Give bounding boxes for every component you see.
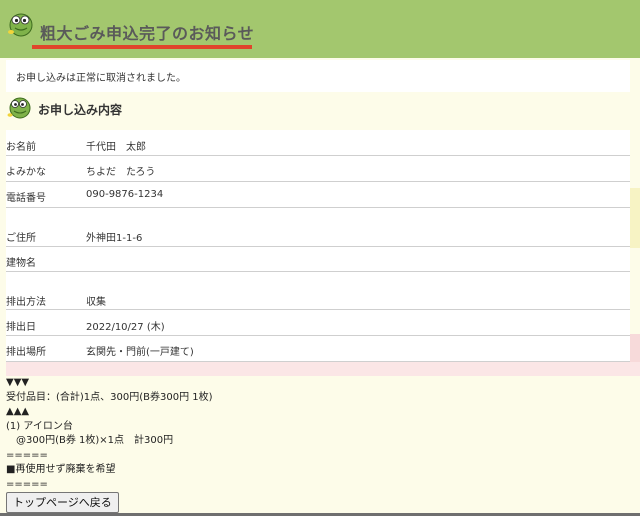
row-label: 排出日 [6,322,36,333]
row-value: 090-9876-1234 [86,189,164,200]
row-value: 玄関先・門前(一戸建て) [86,347,194,358]
row-label: 建物名 [6,258,36,269]
table-row: 排出場所 玄関先・門前(一戸建て) [6,336,630,362]
row-value: 2022/10/27 (木) [86,322,165,333]
row-label: よみかな [6,167,46,178]
row-label: 排出方法 [6,297,46,308]
page-header: 粗大ごみ申込完了のお知らせ [0,0,640,58]
title-underline [32,45,252,49]
row-value: 収集 [86,297,106,308]
status-notice-text: お申し込みは正常に取消されました。 [16,73,186,84]
row-label: お名前 [6,142,36,153]
row-label: 排出場所 [6,347,46,358]
details-line: ▲▲▲ [6,406,30,417]
details-line: ▼▼▼ [6,377,30,388]
background-decoration [6,362,640,376]
table-row: ご住所 外神田1-1-6 [6,208,630,247]
row-value: 外神田1-1-6 [86,233,143,244]
row-value: 千代田 太郎 [86,142,146,153]
table-row: 建物名 [6,247,630,272]
status-notice: お申し込みは正常に取消されました。 [6,60,630,92]
row-value: ちよだ たろう [86,167,156,178]
mascot-logo-icon [8,13,33,37]
details-line: ===== [6,449,48,461]
table-row: 電話番号 090-9876-1234 [6,182,630,208]
table-row: 排出日 2022/10/27 (木) [6,310,630,336]
background-decoration [630,188,640,248]
mascot-logo-icon [7,97,31,119]
details-line: @300円(B券 1枚)×1点 計300円 [6,435,174,446]
details-line: (1) アイロン台 [6,420,73,432]
section-heading: お申し込み内容 [6,93,630,129]
details-line: ■再使用せず廃棄を希望 [6,464,116,475]
details-line: ===== [6,478,48,490]
back-to-top-button[interactable]: トップページへ戻る [6,492,119,513]
section-title: お申し込み内容 [38,103,123,117]
table-row: 排出方法 収集 [6,272,630,310]
table-row: よみかな ちよだ たろう [6,156,630,182]
table-row: お名前 千代田 太郎 [6,130,630,156]
row-label: 電話番号 [6,193,46,204]
page-title: 粗大ごみ申込完了のお知らせ [40,24,255,43]
row-label: ご住所 [6,233,36,244]
details-line: 受付品目：(合計)1点、300円(B券300円 1枚) [6,391,213,403]
receipt-details: ▼▼▼ 受付品目：(合計)1点、300円(B券300円 1枚) ▲▲▲ (1) … [6,376,630,492]
